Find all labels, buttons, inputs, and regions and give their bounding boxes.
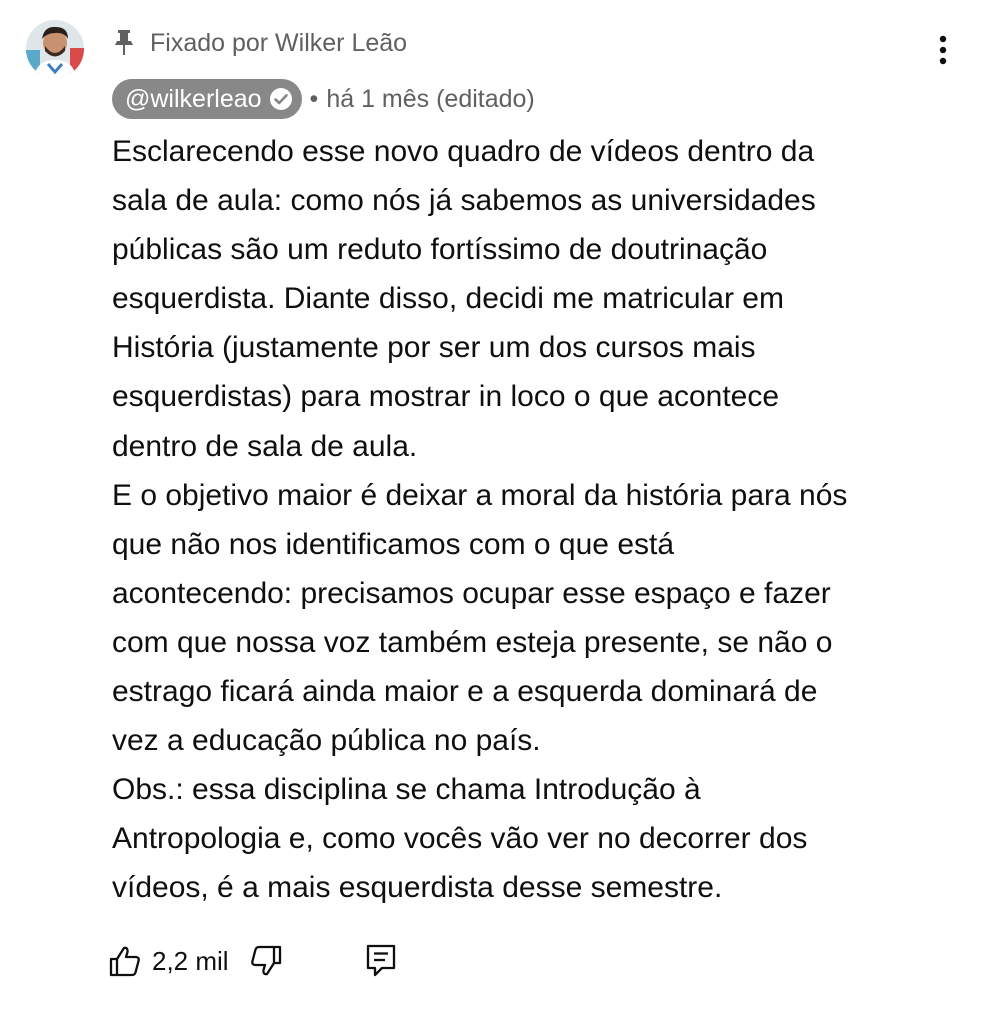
avatar[interactable] (26, 20, 84, 78)
comment-line: vídeos, é a mais esquerdista desse semes… (112, 871, 723, 905)
thumbs-down-icon (249, 944, 283, 978)
reply-comment-icon (365, 943, 397, 979)
comment-line: sala de aula: como nós já sabemos as uni… (112, 184, 816, 218)
meta-separator: • (309, 84, 319, 113)
reply-button[interactable] (365, 943, 397, 979)
pinned-label: Fixado por Wilker Leão (150, 28, 408, 57)
comment-line: que não nos identificamos com o que está (112, 527, 675, 561)
timestamp: há 1 mês (editado) (326, 84, 535, 113)
pin-icon (112, 29, 138, 57)
dislike-button[interactable] (249, 944, 283, 978)
like-count: 2,2 mil (152, 945, 229, 976)
comment-line: públicas são um reduto fortíssimo de dou… (112, 233, 768, 267)
comment-line: História (justamente por ser um dos curs… (112, 331, 756, 365)
verified-check-icon (269, 87, 293, 111)
like-button[interactable]: 2,2 mil (108, 944, 229, 978)
pinned-indicator: Fixado por Wilker Leão (112, 26, 407, 60)
comment-line: dentro de sala de aula. (112, 429, 418, 463)
comment-line: acontecendo: precisamos ocupar esse espa… (112, 576, 831, 610)
comment-meta: @wilkerleao • há 1 mês (editado) (112, 79, 535, 119)
more-vert-icon (939, 35, 947, 65)
thumbs-up-icon (108, 944, 142, 978)
comment-line: estrago ficará ainda maior e a esquerda … (112, 675, 818, 709)
comment-line: Esclarecendo esse novo quadro de vídeos … (112, 135, 815, 168)
comment-line: com que nossa voz também esteja presente… (112, 625, 833, 659)
comment-line: Antropologia e, como vocês vão ver no de… (112, 822, 808, 856)
comment-line: esquerdistas) para mostrar in loco o que… (112, 380, 780, 414)
more-options-button[interactable] (926, 30, 960, 70)
comment-text: Esclarecendo esse novo quadro de vídeos … (112, 127, 962, 913)
comment-line: esquerdista. Diante disso, decidi me mat… (112, 282, 784, 316)
comment-line: vez a educação pública no país. (112, 724, 541, 758)
comment-actions: 2,2 mil (108, 938, 397, 984)
comment-line: E o objetivo maior é deixar a moral da h… (112, 478, 848, 512)
author-name: @wilkerleao (125, 84, 262, 113)
author-chip[interactable]: @wilkerleao (112, 79, 302, 119)
comment-line: Obs.: essa disciplina se chama Introduçã… (112, 773, 701, 807)
